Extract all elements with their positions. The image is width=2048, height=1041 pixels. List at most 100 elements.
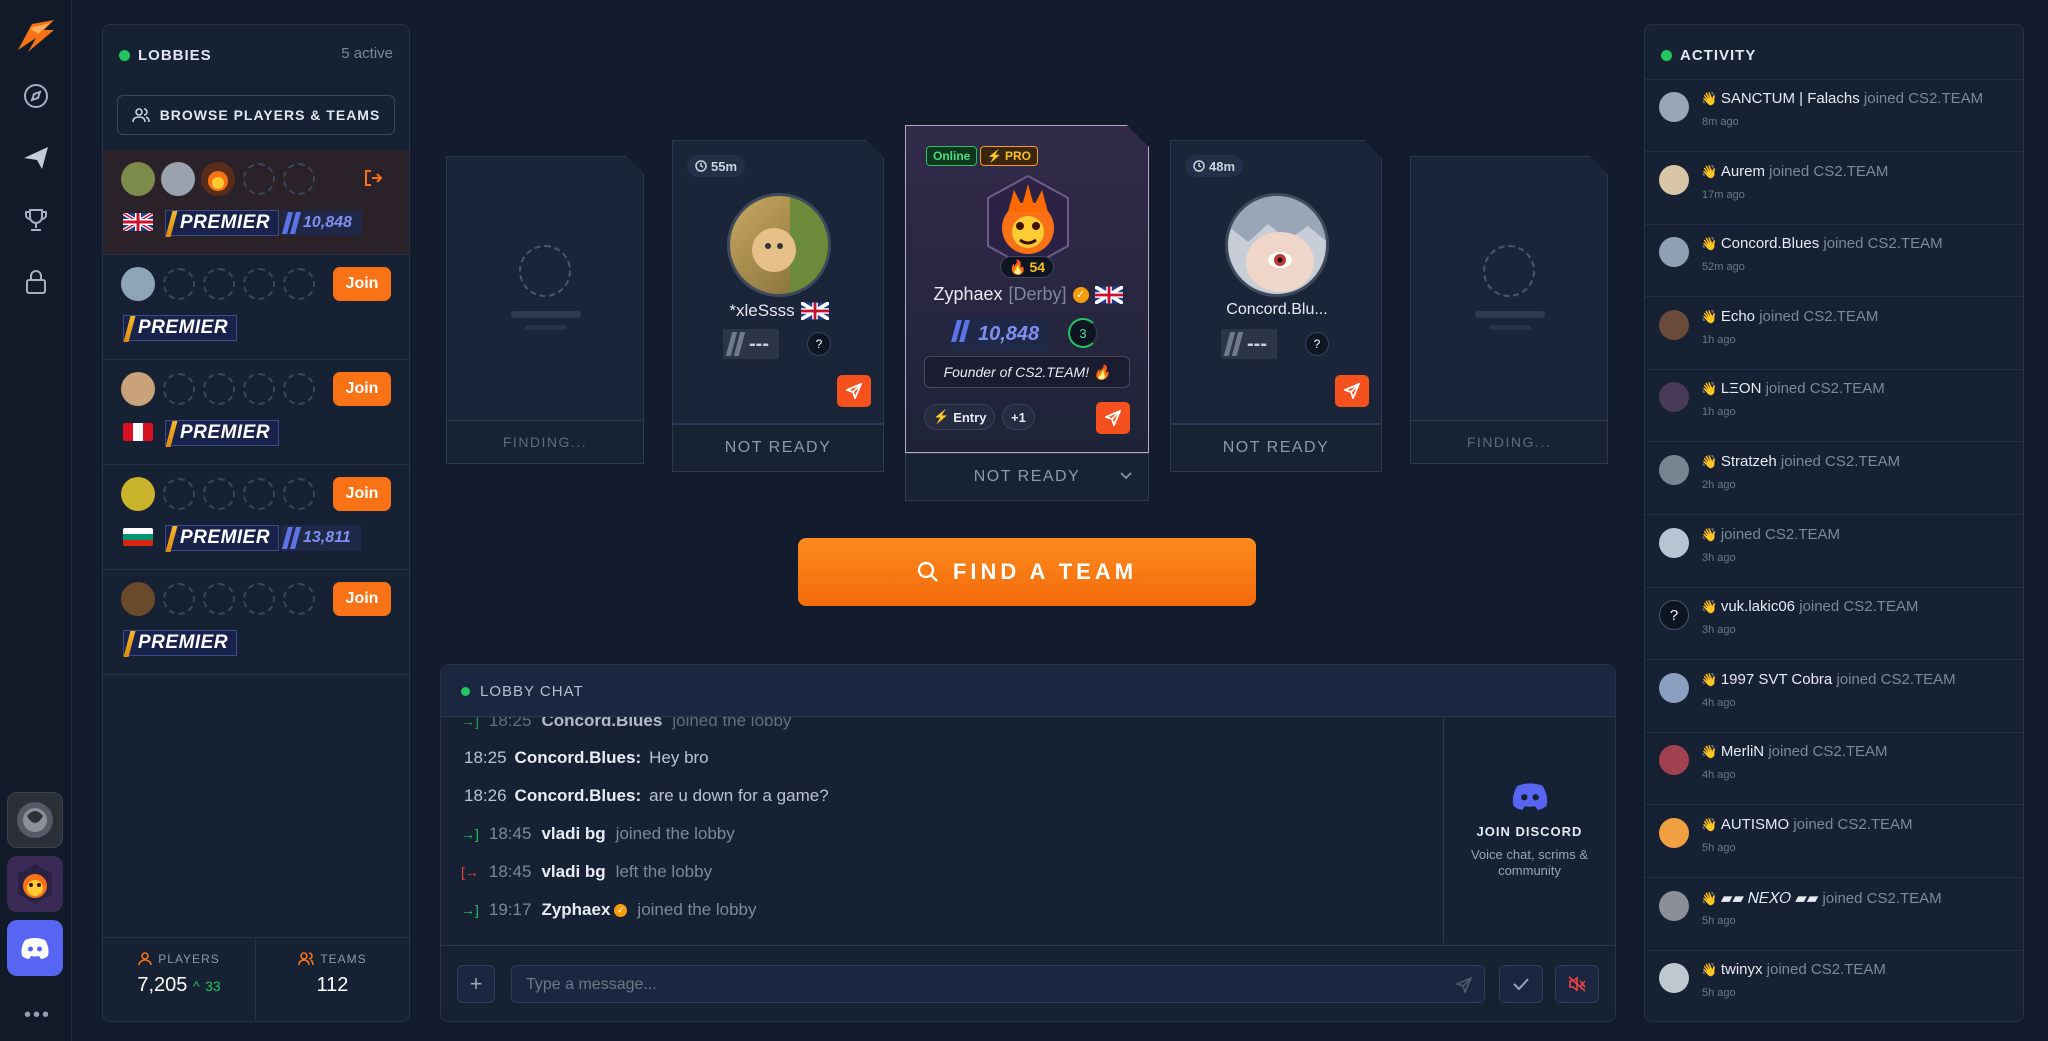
lobby-row[interactable]: Join PREMIER — [103, 255, 409, 360]
discord-icon[interactable] — [7, 920, 63, 976]
activity-text: 👋 1997 SVT Cobra joined CS2.TEAM — [1701, 671, 1956, 688]
activity-item[interactable]: 👋 ▰▰ 𝑁𝐸𝑋𝑂 ▰▰ joined CS2.TEAM 5h ago — [1645, 879, 2023, 951]
wave-icon: 👋 — [1701, 308, 1721, 324]
teams-count: 112 — [316, 974, 349, 996]
lobbies-panel: LOBBIES 5 active BROWSE PLAYERS & TEAMS … — [102, 24, 410, 1022]
lobby-row[interactable]: Join PREMIER — [103, 360, 409, 465]
activity-text: 👋 MerliN joined CS2.TEAM — [1701, 743, 1888, 760]
trophy-icon[interactable] — [18, 202, 54, 238]
find-team-button[interactable]: FIND A TEAM — [798, 538, 1256, 606]
activity-user[interactable]: LΞON — [1721, 380, 1762, 397]
browse-button[interactable]: BROWSE PLAYERS & TEAMS — [117, 95, 395, 135]
send-icon — [1344, 383, 1360, 399]
activity-item[interactable]: 👋 joined CS2.TEAM 3h ago — [1645, 516, 2023, 588]
rank-value: --- — [749, 332, 769, 355]
invite-button[interactable] — [1096, 402, 1130, 434]
timer-label: 48m — [1209, 158, 1236, 174]
user-avatar[interactable] — [7, 856, 63, 912]
activity-text: 👋 ▰▰ 𝑁𝐸𝑋𝑂 ▰▰ joined CS2.TEAM — [1701, 889, 1942, 907]
activity-user[interactable]: MerliN — [1721, 743, 1764, 760]
players-delta: 33 — [205, 978, 221, 994]
compass-icon[interactable] — [18, 78, 54, 114]
discord-icon — [1512, 782, 1547, 810]
premier-badge: PREMIER — [123, 315, 238, 341]
bolt-icon: ⚡ — [987, 149, 1002, 163]
activity-user[interactable]: AUTISMO — [1721, 816, 1789, 833]
pro-label: PRO — [1004, 149, 1031, 163]
join-button[interactable]: Join — [333, 477, 391, 511]
activity-user[interactable]: Echo — [1721, 308, 1755, 325]
activity-item[interactable]: 👋 MerliN joined CS2.TEAM 4h ago — [1645, 733, 2023, 806]
activity-item[interactable]: 👋 twinyx joined CS2.TEAM 5h ago — [1645, 951, 2023, 1020]
activity-user[interactable]: vuk.lakic06 — [1721, 598, 1795, 615]
invite-button[interactable] — [1335, 375, 1369, 407]
more-icon[interactable]: ••• — [24, 1004, 51, 1027]
activity-user[interactable]: Aurem — [1721, 163, 1765, 180]
add-attachment-button[interactable]: + — [457, 965, 495, 1003]
lobby-row[interactable]: Join PREMIER — [103, 570, 409, 675]
flag-bulgaria-icon — [123, 528, 153, 546]
invite-button[interactable] — [837, 375, 871, 407]
wave-icon: 👋 — [1701, 599, 1721, 615]
activity-title: ACTIVITY — [1680, 47, 1757, 64]
activity-item[interactable]: 👋 Aurem joined CS2.TEAM 17m ago — [1645, 153, 2023, 225]
main-player-card[interactable]: Online ⚡ PRO 🔥 54 Zyphaex [Derby] ✓ 10,848… — [905, 125, 1149, 453]
mute-button[interactable] — [1555, 965, 1599, 1003]
join-discord-button[interactable]: JOIN DISCORD Voice chat, scrims & commun… — [1444, 717, 1615, 943]
user-avatar — [1659, 92, 1689, 122]
join-button[interactable]: Join — [333, 582, 391, 616]
players-count: 7,205 — [137, 974, 188, 996]
lobbies-header: LOBBIES — [119, 47, 212, 64]
timer-badge: 55m — [687, 155, 746, 177]
ready-dropdown[interactable]: NOT READY — [905, 453, 1149, 501]
activity-user[interactable]: twinyx — [1721, 961, 1763, 978]
leave-icon[interactable] — [363, 168, 383, 193]
send-icon — [1105, 410, 1121, 426]
message-input[interactable]: Type a message... — [511, 965, 1485, 1003]
send-icon[interactable] — [1456, 977, 1472, 993]
activity-item[interactable]: 👋 Echo joined CS2.TEAM 1h ago — [1645, 298, 2023, 370]
team-tag: [Derby] — [1008, 284, 1067, 304]
rating-badge: 10,848 — [281, 210, 362, 236]
empty-slot — [203, 373, 235, 405]
lock-icon[interactable] — [18, 264, 54, 300]
users-icon — [298, 952, 315, 966]
ready-check-button[interactable] — [1499, 965, 1543, 1003]
send-icon[interactable] — [18, 140, 54, 176]
lobby-row[interactable]: Join PREMIER 13,811 — [103, 465, 409, 570]
activity-user[interactable]: Stratzeh — [1721, 453, 1777, 470]
send-icon — [846, 383, 862, 399]
lobby-row[interactable]: PREMIER 10,848 — [103, 150, 409, 255]
player-card[interactable]: 55m *xleSsss --- ? — [672, 140, 884, 424]
teams-label: TEAMS — [320, 952, 367, 966]
activity-time: 4h ago — [1702, 769, 1736, 782]
activity-item[interactable]: 👋 AUTISMO joined CS2.TEAM 5h ago — [1645, 806, 2023, 878]
player-avatar — [121, 477, 155, 511]
activity-item[interactable]: 👋 Stratzeh joined CS2.TEAM 2h ago — [1645, 443, 2023, 515]
activity-user[interactable]: SANCTUM | Falachs — [1721, 90, 1860, 107]
help-icon[interactable]: ? — [1305, 332, 1329, 356]
activity-item[interactable]: 👋 LΞON joined CS2.TEAM 1h ago — [1645, 370, 2023, 443]
join-button[interactable]: Join — [333, 372, 391, 406]
lobby-chat-panel: LOBBY CHAT →] 18:25 Concord.Blues joined t… — [440, 664, 1616, 1022]
activity-time: 5h ago — [1702, 842, 1736, 854]
team-avatar[interactable] — [7, 792, 63, 848]
discord-title: JOIN DISCORD — [1476, 823, 1583, 839]
activity-item[interactable]: 👋 Concord.Blues joined CS2.TEAM 52m ago — [1645, 225, 2023, 298]
activity-user[interactable]: Concord.Blues — [1721, 235, 1819, 252]
player-avatar — [1225, 193, 1329, 297]
player-card[interactable]: 48m Concord.Blu... --- ? — [1170, 140, 1382, 424]
activity-item[interactable]: ? 👋 vuk.lakic06 joined CS2.TEAM 3h ago — [1645, 588, 2023, 661]
join-button[interactable]: Join — [333, 267, 391, 301]
wave-icon: 👋 — [1701, 163, 1721, 179]
empty-slot — [283, 583, 315, 615]
activity-time: 2h ago — [1702, 479, 1736, 491]
rating-badge: 13,811 — [281, 525, 361, 551]
activity-action: joined CS2.TEAM — [1863, 90, 1984, 107]
activity-item[interactable]: 👋 SANCTUM | Falachs joined CS2.TEAM 8m ag… — [1645, 80, 2023, 152]
logo-icon[interactable] — [14, 16, 58, 56]
help-icon[interactable]: ? — [807, 332, 831, 356]
activity-item[interactable]: 👋 1997 SVT Cobra joined CS2.TEAM 4h ago — [1645, 661, 2023, 733]
activity-user[interactable]: 1997 SVT Cobra — [1721, 671, 1832, 688]
activity-user[interactable]: ▰▰ 𝑁𝐸𝑋𝑂 ▰▰ — [1721, 890, 1818, 907]
